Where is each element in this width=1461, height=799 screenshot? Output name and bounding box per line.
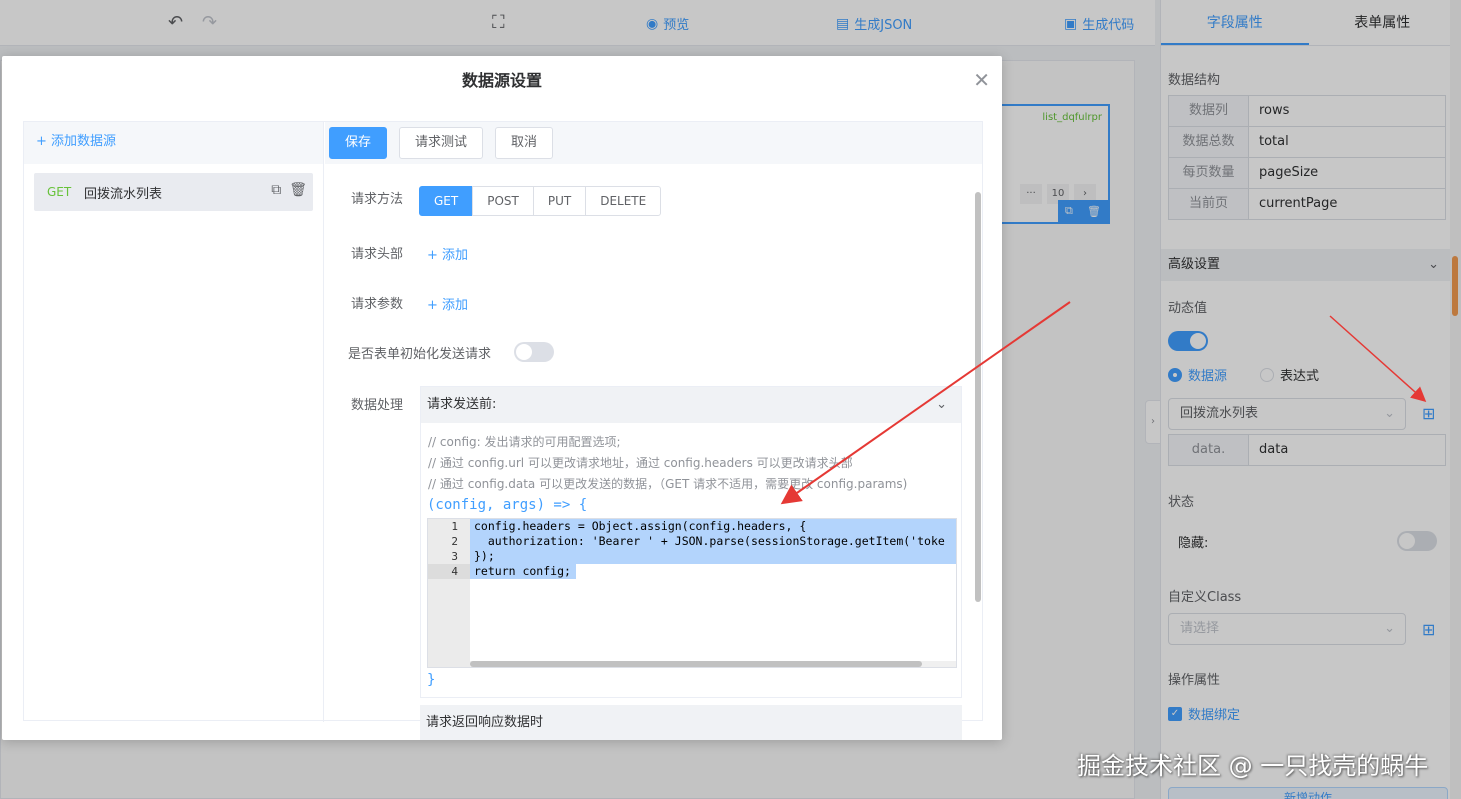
list-item[interactable]: GET 回拨流水列表 ⧉ 🗑: [34, 173, 313, 211]
trash-icon[interactable]: 🗑: [289, 182, 307, 198]
line-gutter: 1 2 3 4: [428, 519, 470, 667]
init-send-label: 是否表单初始化发送请求: [348, 347, 492, 362]
method-label: 请求方法: [351, 192, 404, 207]
add-datasource-button[interactable]: + 添加数据源: [24, 122, 323, 164]
code-line: config.headers = Object.assign(config.he…: [474, 519, 807, 533]
init-send-switch[interactable]: [514, 342, 554, 362]
after-response-header[interactable]: 请求返回响应数据时: [420, 705, 962, 740]
function-close-brace: }: [427, 672, 436, 688]
add-header-link[interactable]: + 添加: [427, 244, 468, 263]
form-action-bar: 保存 请求测试 取消: [325, 122, 982, 164]
chevron-down-icon: ⌄: [936, 397, 947, 412]
method-delete[interactable]: DELETE: [585, 186, 662, 216]
datasource-settings-dialog: 数据源设置 ✕ + 添加数据源 GET 回拨流水列表 ⧉ 🗑 保存 请求测试 取…: [2, 56, 1002, 740]
dialog-title: 数据源设置: [461, 71, 542, 90]
form-vertical-scrollbar[interactable]: [974, 192, 982, 662]
code-line: });: [474, 549, 495, 563]
code-comment: // 通过 config.data 可以更改发送的数据，（GET 请求不适用，需…: [428, 477, 908, 491]
request-test-button[interactable]: 请求测试: [399, 127, 484, 159]
dialog-body: + 添加数据源 GET 回拨流水列表 ⧉ 🗑 保存 请求测试 取消 请求方法 G…: [23, 121, 983, 740]
code-comment: // config: 发出请求的可用配置选项;: [428, 435, 621, 449]
save-button[interactable]: 保存: [329, 127, 388, 159]
code-line: authorization: 'Bearer ' + JSON.parse(se…: [474, 534, 945, 548]
before-send-panel: 请求发送前: ⌄ // config: 发出请求的可用配置选项; // 通过 c…: [420, 386, 962, 698]
datasource-form: 保存 请求测试 取消 请求方法 GET POST PUT DELETE 请求头部…: [325, 122, 982, 740]
code-comment: // 通过 config.url 可以更改请求地址，通过 config.head…: [428, 456, 853, 470]
close-icon[interactable]: ✕: [973, 68, 990, 92]
method-put[interactable]: PUT: [532, 186, 587, 216]
code-editor[interactable]: 1 2 3 4 config.headers = Object.assign(c…: [427, 518, 957, 668]
code-line: return config;: [474, 564, 571, 578]
method-get[interactable]: GET: [419, 186, 474, 216]
headers-label: 请求头部: [351, 247, 404, 262]
method-post[interactable]: POST: [472, 186, 534, 216]
method-selector: GET POST PUT DELETE: [419, 186, 662, 216]
function-signature: (config, args) => {: [427, 497, 588, 513]
params-label: 请求参数: [351, 297, 404, 312]
cancel-button[interactable]: 取消: [495, 127, 554, 159]
before-send-header[interactable]: 请求发送前: ⌄: [421, 387, 961, 423]
data-processing-label: 数据处理: [351, 398, 404, 413]
editor-horizontal-scrollbar[interactable]: [470, 661, 956, 667]
add-param-link[interactable]: + 添加: [427, 294, 468, 313]
datasource-name: 回拨流水列表: [84, 186, 163, 202]
datasource-list: + 添加数据源 GET 回拨流水列表 ⧉ 🗑: [24, 122, 324, 722]
method-badge: GET: [47, 185, 72, 199]
watermark: 掘金技术社区 @ 一只找壳的蜗牛: [1077, 752, 1429, 780]
copy-icon[interactable]: ⧉: [271, 182, 281, 198]
